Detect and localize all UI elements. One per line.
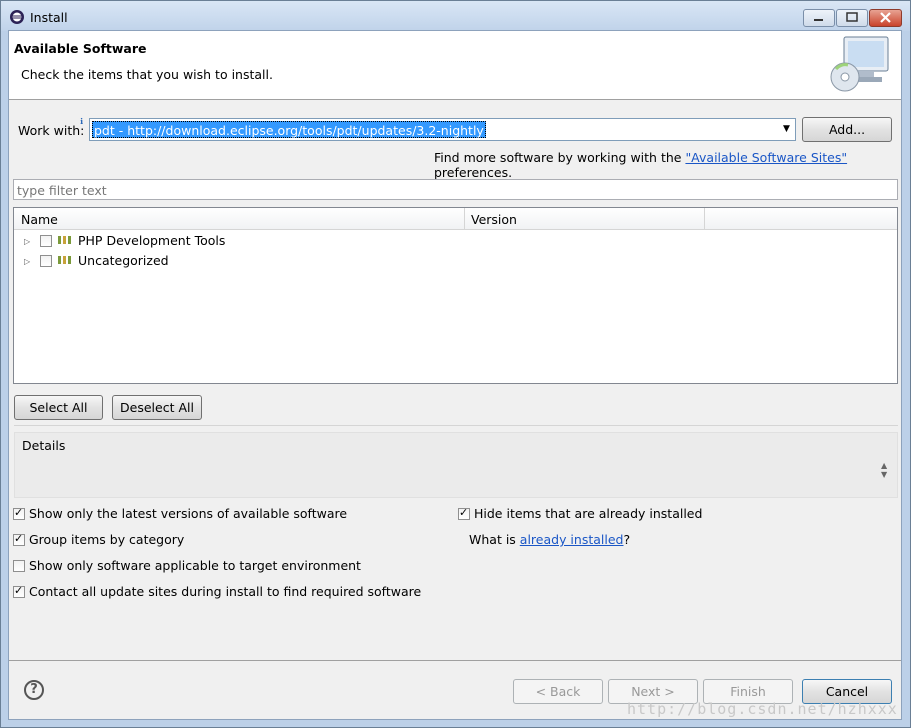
contact-all-sites-checkbox[interactable]	[13, 584, 25, 598]
column-separator[interactable]	[704, 208, 705, 229]
minimize-button[interactable]	[803, 9, 835, 27]
eclipse-icon	[10, 10, 24, 24]
maximize-icon	[846, 12, 858, 22]
details-scroll-arrows-icon[interactable]: ▲ ▼	[881, 461, 887, 479]
tree-header	[14, 208, 897, 230]
window-title: Install	[30, 10, 68, 25]
work-with-value[interactable]: pdt - http://download.eclipse.org/tools/…	[92, 121, 486, 138]
latest-versions-label[interactable]: Show only the latest versions of availab…	[29, 506, 347, 521]
expand-arrow-icon[interactable]: ▷	[24, 237, 30, 246]
already-installed-link[interactable]: already installed	[520, 532, 624, 547]
applicable-only-label[interactable]: Show only software applicable to target …	[29, 558, 361, 573]
tree-item-label[interactable]: Uncategorized	[78, 253, 169, 268]
group-by-category-label[interactable]: Group items by category	[29, 532, 184, 547]
category-icon	[58, 256, 71, 264]
title-bar[interactable]	[1, 1, 910, 31]
category-icon	[58, 236, 71, 244]
group-by-category-checkbox[interactable]	[13, 532, 25, 546]
install-banner-icon	[830, 36, 889, 92]
tree-item-checkbox[interactable]	[40, 235, 52, 247]
info-icon: ℹ	[80, 117, 84, 126]
filter-input[interactable]	[13, 179, 898, 200]
footer-separator	[9, 660, 901, 661]
maximize-button[interactable]	[836, 9, 868, 27]
what-is-installed-text: What is already installed?	[469, 532, 630, 547]
column-header-version[interactable]: Version	[471, 212, 517, 227]
details-panel	[14, 432, 898, 498]
deselect-all-button[interactable]: Deselect All	[112, 395, 202, 420]
watermark: http://blog.csdn.net/hzhxxx	[627, 700, 898, 718]
close-icon	[880, 12, 891, 23]
find-more-suffix: preferences.	[434, 165, 513, 180]
details-label: Details	[22, 438, 66, 453]
close-button[interactable]	[869, 9, 902, 27]
select-all-button[interactable]: Select All	[14, 395, 103, 420]
find-more-prefix: Find more software by working with the	[434, 150, 686, 165]
back-button[interactable]: < Back	[513, 679, 603, 704]
what-is-prefix: What is	[469, 532, 520, 547]
tree-item-checkbox[interactable]	[40, 255, 52, 267]
contact-all-sites-label[interactable]: Contact all update sites during install …	[29, 584, 421, 599]
help-icon[interactable]: ?	[24, 680, 44, 700]
filter-placeholder: type filter text	[17, 183, 107, 198]
hide-installed-checkbox[interactable]	[458, 506, 470, 520]
available-software-sites-link[interactable]: "Available Software Sites"	[685, 150, 847, 165]
hide-installed-label[interactable]: Hide items that are already installed	[474, 506, 702, 521]
minimize-icon	[814, 19, 823, 21]
work-with-label: Work with:	[18, 123, 85, 138]
applicable-only-checkbox[interactable]	[13, 560, 25, 572]
page-title: Available Software	[14, 41, 147, 56]
expand-arrow-icon[interactable]: ▷	[24, 257, 30, 266]
page-description: Check the items that you wish to install…	[21, 67, 273, 82]
dropdown-arrow-icon[interactable]: ▼	[783, 124, 790, 134]
column-header-name[interactable]: Name	[21, 212, 58, 227]
column-separator[interactable]	[464, 208, 465, 229]
what-is-suffix: ?	[623, 532, 631, 547]
find-more-text: Find more software by working with the "…	[434, 150, 911, 180]
tree-item-label[interactable]: PHP Development Tools	[78, 233, 225, 248]
details-separator	[14, 425, 898, 426]
add-site-button[interactable]: Add...	[802, 117, 892, 142]
latest-versions-checkbox[interactable]	[13, 506, 25, 520]
